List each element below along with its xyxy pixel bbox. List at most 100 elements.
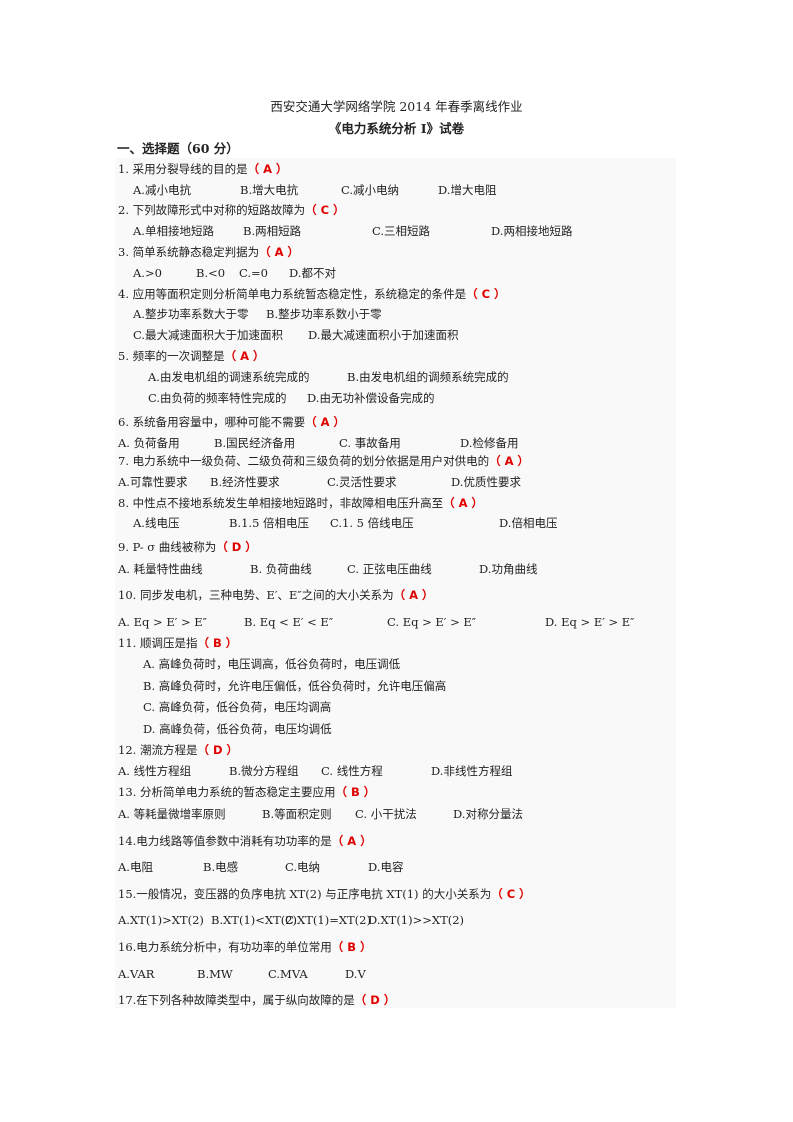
question-text: 8. 中性点不接地系统发生单相接地短路时，非故障相电压升高至 xyxy=(118,496,444,510)
answer-mark: （ A ） xyxy=(224,349,265,363)
question-12: 12. 潮流方程是（ D ） xyxy=(118,743,238,758)
option-a: A.线电压 xyxy=(133,516,180,530)
option-b: B.等面积定则 xyxy=(262,807,332,821)
option-a: A.VAR xyxy=(118,967,155,981)
question-text: 12. 潮流方程是 xyxy=(118,743,198,757)
question-16: 16.电力系统分析中，有功功率的单位常用（ B ） xyxy=(118,940,372,955)
question-3: 3. 简单系统静态稳定判据为（ A ） xyxy=(118,245,299,260)
answer-mark: （ D ） xyxy=(216,540,257,554)
question-10: 10. 同步发电机，三种电势、E′、E″之间的大小关系为（ A ） xyxy=(118,588,434,603)
option-c: C. Eq > E′ > E″ xyxy=(387,615,477,629)
option-a: A. 负荷备用 xyxy=(118,436,180,450)
option-a: A. 等耗量微增率原则 xyxy=(118,807,226,821)
question-17: 17.在下列各种故障类型中，属于纵向故障的是（ D ） xyxy=(118,993,395,1008)
option-d: D. Eq > E′ > E″ xyxy=(545,615,635,629)
answer-mark: （ C ） xyxy=(466,287,506,301)
question-15: 15.一般情况，变压器的负序电抗 XT(2) 与正序电抗 XT(1) 的大小关系… xyxy=(118,887,531,902)
exam-title: 《电力系统分析 I》试卷 xyxy=(328,121,465,136)
answer-mark: （ D ） xyxy=(197,743,239,757)
section-title: 一、选择题（60 分） xyxy=(117,141,239,156)
option-d: D.对称分量法 xyxy=(453,807,523,821)
answer-mark: （ C ） xyxy=(305,203,345,217)
option-c: C.灵活性要求 xyxy=(327,475,397,489)
option-a: A. 线性方程组 xyxy=(118,764,192,778)
option-d: D.都不对 xyxy=(289,266,336,280)
answer-mark: （ A ） xyxy=(247,162,288,176)
option-a: A. 高峰负荷时，电压调高，低谷负荷时，电压调低 xyxy=(143,657,401,671)
option-d: D.非线性方程组 xyxy=(431,764,513,778)
option-d: D.功角曲线 xyxy=(479,562,538,576)
option-d: D.由无功补偿设备完成的 xyxy=(307,391,435,405)
question-text: 14.电力线路等值参数中消耗有功功率的是 xyxy=(118,834,332,848)
option-b: B.电感 xyxy=(203,860,239,874)
question-14: 14.电力线路等值参数中消耗有功功率的是（ A ） xyxy=(118,834,372,849)
option-c: C.电纳 xyxy=(285,860,321,874)
option-b: B.<0 xyxy=(196,266,226,280)
option-c: C.=0 xyxy=(239,266,268,280)
option-b: B.由发电机组的调频系统完成的 xyxy=(347,370,509,384)
question-text: 4. 应用等面积定则分析简单电力系统暂态稳定性，系统稳定的条件是 xyxy=(118,287,467,301)
option-c: C.最大减速面积大于加速面积 xyxy=(133,328,284,342)
question-text: 9. P- σ 曲线被称为 xyxy=(118,540,217,554)
option-c: C. 线性方程 xyxy=(321,764,383,778)
option-d: D.倍相电压 xyxy=(499,516,558,530)
option-c: C. 正弦电压曲线 xyxy=(347,562,432,576)
option-d: D. 高峰负荷，低谷负荷，电压均调低 xyxy=(143,722,332,736)
option-a: A.整步功率系数大于零 xyxy=(133,307,249,321)
option-c: C.MVA xyxy=(268,967,308,981)
question-1: 1. 采用分裂导线的目的是（ A ） xyxy=(118,162,288,177)
option-c: C.减小电纳 xyxy=(341,183,400,197)
option-b: B.国民经济备用 xyxy=(214,436,296,450)
question-text: 16.电力系统分析中，有功功率的单位常用 xyxy=(118,940,332,954)
option-a: A. Eq > E′ > E″ xyxy=(118,615,207,629)
option-a: A. 耗量特性曲线 xyxy=(118,562,203,576)
question-text: 1. 采用分裂导线的目的是 xyxy=(118,162,248,176)
option-d: D.增大电阻 xyxy=(438,183,497,197)
option-b: B.经济性要求 xyxy=(210,475,280,489)
option-b: B.微分方程组 xyxy=(229,764,299,778)
option-b: B. Eq < E′ < E″ xyxy=(244,615,334,629)
question-4: 4. 应用等面积定则分析简单电力系统暂态稳定性，系统稳定的条件是（ C ） xyxy=(118,287,506,302)
option-a: A.减小电抗 xyxy=(133,183,191,197)
question-text: 6. 系统备用容量中，哪种可能不需要 xyxy=(118,415,306,429)
question-9: 9. P- σ 曲线被称为（ D ） xyxy=(118,540,257,555)
answer-mark: （ B ） xyxy=(335,785,376,799)
question-8: 8. 中性点不接地系统发生单相接地短路时，非故障相电压升高至（ A ） xyxy=(118,496,483,511)
option-b: B. 负荷曲线 xyxy=(250,562,312,576)
option-d: D.优质性要求 xyxy=(451,475,521,489)
question-text: 11. 顺调压是指 xyxy=(118,636,198,650)
question-2: 2. 下列故障形式中对称的短路故障为（ C ） xyxy=(118,203,345,218)
option-d: D.两相接地短路 xyxy=(491,224,573,238)
option-d: D.检修备用 xyxy=(460,436,519,450)
question-7: 7. 电力系统中一级负荷、二级负荷和三级负荷的划分依据是用户对供电的（ A ） xyxy=(118,454,529,469)
question-text: 15.一般情况，变压器的负序电抗 XT(2) 与正序电抗 XT(1) 的大小关系… xyxy=(118,887,492,901)
page-title: 西安交通大学网络学院 2014 年春季离线作业 xyxy=(270,99,523,114)
option-b: B.MW xyxy=(197,967,233,981)
option-a: A.由发电机组的调速系统完成的 xyxy=(148,370,310,384)
option-d: D.最大减速面积小于加速面积 xyxy=(308,328,459,342)
answer-mark: （ A ） xyxy=(393,588,434,602)
option-c: C.由负荷的频率特性完成的 xyxy=(148,391,287,405)
question-text: 3. 简单系统静态稳定判据为 xyxy=(118,245,260,259)
option-c: C. 小干扰法 xyxy=(355,807,417,821)
question-area xyxy=(115,158,676,1008)
option-b: B.两相短路 xyxy=(243,224,302,238)
option-d: D.电容 xyxy=(368,860,404,874)
question-text: 13. 分析简单电力系统的暂态稳定主要应用 xyxy=(118,785,336,799)
question-13: 13. 分析简单电力系统的暂态稳定主要应用（ B ） xyxy=(118,785,375,800)
question-text: 10. 同步发电机，三种电势、E′、E″之间的大小关系为 xyxy=(118,588,394,602)
answer-mark: （ C ） xyxy=(491,887,531,901)
option-b: B.1.5 倍相电压 xyxy=(229,516,310,530)
option-b: B. 高峰负荷时，允许电压偏低，低谷负荷时，允许电压偏高 xyxy=(143,679,447,693)
answer-mark: （ A ） xyxy=(331,834,372,848)
answer-mark: （ B ） xyxy=(197,636,238,650)
question-text: 7. 电力系统中一级负荷、二级负荷和三级负荷的划分依据是用户对供电的 xyxy=(118,454,490,468)
option-a: A.可靠性要求 xyxy=(118,475,188,489)
option-c: C.XT(1)=XT(2) xyxy=(285,913,371,927)
question-11: 11. 顺调压是指（ B ） xyxy=(118,636,237,651)
answer-mark: （ A ） xyxy=(489,454,530,468)
answer-mark: （ B ） xyxy=(331,940,372,954)
option-d: D.XT(1)>>XT(2) xyxy=(368,913,465,927)
question-text: 17.在下列各种故障类型中，属于纵向故障的是 xyxy=(118,993,355,1007)
option-a: A.XT(1)>XT(2) xyxy=(118,913,204,927)
